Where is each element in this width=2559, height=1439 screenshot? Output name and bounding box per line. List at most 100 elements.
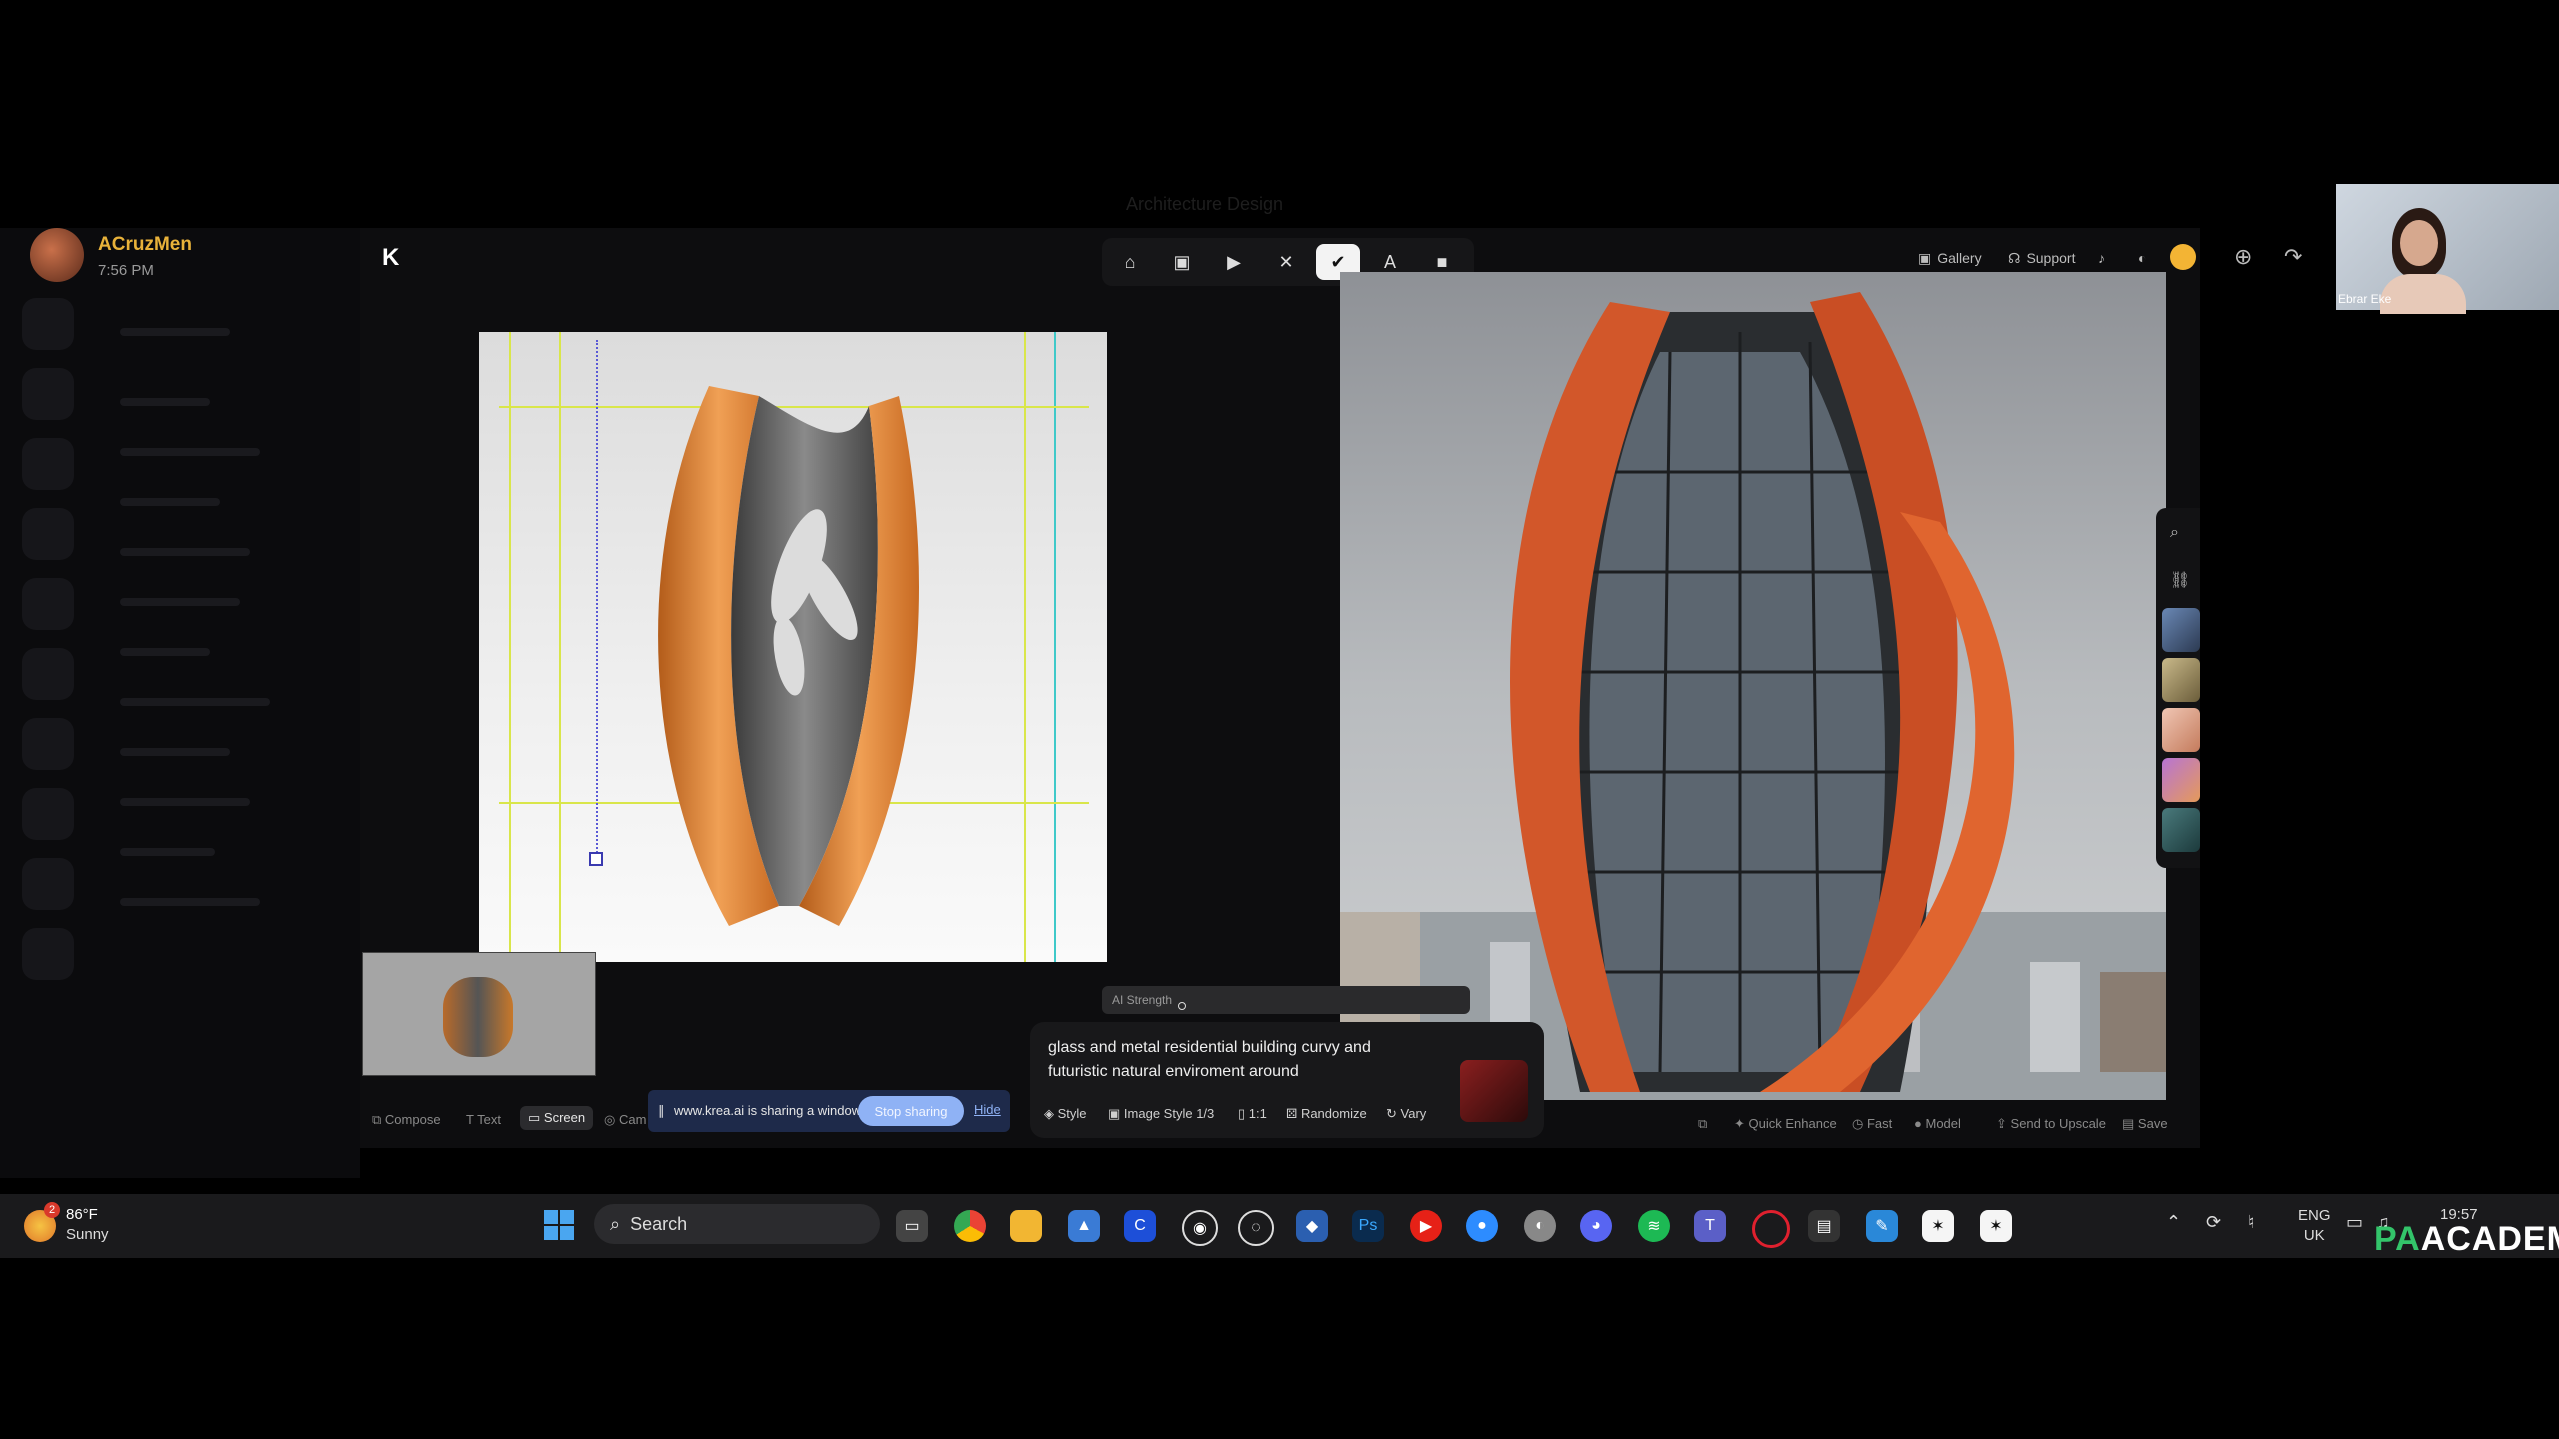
bell-icon[interactable]: ♪ — [2098, 244, 2105, 272]
github-icon[interactable]: ◉ — [1182, 1210, 1218, 1246]
language-indicator[interactable]: ENG UK — [2298, 1206, 2331, 1246]
discord-sidebar — [0, 228, 360, 1178]
weather-badge: 2 — [44, 1202, 60, 1218]
steam-icon[interactable]: ◐ — [1524, 1210, 1556, 1242]
cursor-icon[interactable]: C — [1124, 1210, 1156, 1242]
obs-icon[interactable]: ◌ — [1238, 1210, 1274, 1246]
zoom-in-icon[interactable]: ⊕ — [2234, 244, 2252, 270]
server-icon[interactable] — [22, 508, 74, 560]
app-icon[interactable]: ◆ — [1296, 1210, 1328, 1242]
home-icon[interactable]: ⌂ — [1108, 244, 1152, 280]
screen-button[interactable]: ▭ Screen — [520, 1106, 594, 1130]
output-canvas — [1340, 272, 2166, 1100]
blender-icon[interactable]: ✶ — [1922, 1210, 1954, 1242]
server-icon[interactable] — [22, 788, 74, 840]
spotify-icon[interactable]: ≋ — [1638, 1210, 1670, 1242]
image-style-button[interactable]: ▣ Image Style 1/3 — [1108, 1106, 1214, 1122]
video-icon[interactable]: ▶ — [1212, 244, 1256, 280]
text-button[interactable]: T Text — [466, 1112, 501, 1127]
image-style-icon: ▣ — [1108, 1106, 1121, 1121]
file-explorer-icon[interactable]: ▭ — [896, 1210, 928, 1242]
stop-sharing-button[interactable]: Stop sharing — [858, 1096, 964, 1126]
mic-icon[interactable]: ♮ — [2248, 1212, 2254, 1233]
photos-icon[interactable]: ▲ — [1068, 1210, 1100, 1242]
dice-icon: ⚄ — [1286, 1106, 1298, 1121]
prompt-input[interactable]: glass and metal residential building cur… — [1048, 1036, 1428, 1084]
youtube-icon[interactable]: ▶ — [1410, 1210, 1442, 1242]
history-thumbnail[interactable] — [2162, 658, 2200, 702]
screen-capture-preview[interactable] — [362, 952, 596, 1076]
zoom-icon[interactable]: ● — [1466, 1210, 1498, 1242]
history-thumbnail[interactable] — [2162, 758, 2200, 802]
style-button[interactable]: ◈ Style — [1044, 1106, 1087, 1122]
moon-icon[interactable]: ◐ — [2138, 244, 2146, 272]
image-icon[interactable]: ▣ — [1160, 244, 1204, 280]
sculpture-image — [658, 386, 919, 926]
link-icon[interactable]: ⛓ — [2170, 570, 2190, 590]
support-button[interactable]: ☊ Support — [2008, 244, 2075, 272]
model-button[interactable]: ● Model — [1914, 1116, 1961, 1131]
save-button[interactable]: ▤ Save — [2122, 1116, 2168, 1132]
share-message: www.krea.ai is sharing a window. — [674, 1103, 865, 1118]
ai-strength-slider[interactable]: AI Strength — [1102, 986, 1470, 1014]
headset-icon: ☊ — [2008, 249, 2021, 266]
server-icon[interactable] — [22, 298, 74, 350]
send-to-upscale-button[interactable]: ⇪ Send to Upscale — [1996, 1116, 2106, 1132]
server-icon[interactable] — [22, 578, 74, 630]
compose-icon: ⧉ — [372, 1112, 382, 1127]
folder-icon[interactable] — [1010, 1210, 1042, 1242]
clock-icon: ◷ — [1852, 1116, 1864, 1131]
gallery-button[interactable]: ▣ Gallery — [1918, 244, 1982, 272]
participant-name: Ebrar Eke — [2338, 292, 2392, 306]
copy-icon[interactable]: ⧉ — [1698, 1116, 1707, 1132]
network-icon[interactable]: ▭ — [2346, 1212, 2363, 1233]
windows-start-icon[interactable] — [544, 1210, 574, 1240]
history-panel: ⌕ ⛓ — [2156, 508, 2200, 868]
server-icon[interactable] — [22, 928, 74, 980]
server-icon[interactable] — [22, 438, 74, 490]
server-icon[interactable] — [22, 858, 74, 910]
fast-button[interactable]: ◷ Fast — [1852, 1116, 1892, 1132]
ratio-button[interactable]: ▯ 1:1 — [1238, 1106, 1267, 1122]
enhance-icon[interactable]: ✕ — [1264, 244, 1308, 280]
style-thumbnail[interactable] — [1460, 1060, 1528, 1122]
teams-icon[interactable]: T — [1694, 1210, 1726, 1242]
opera-icon[interactable] — [1752, 1210, 1790, 1248]
upscale-icon: ⇪ — [1996, 1116, 2007, 1131]
sparkle-icon: ✦ — [1734, 1116, 1745, 1131]
vary-button[interactable]: ↻ Vary — [1386, 1106, 1426, 1122]
chrome-icon[interactable] — [954, 1210, 986, 1242]
server-icon[interactable] — [22, 368, 74, 420]
taskbar-search[interactable]: ⌕ Search — [594, 1204, 880, 1244]
watermark-logo: PAACADEMY — [2374, 1220, 2559, 1258]
blender2-icon[interactable]: ✶ — [1980, 1210, 2012, 1242]
history-thumbnail[interactable] — [2162, 608, 2200, 652]
search-icon[interactable]: ⌕ — [2170, 524, 2179, 542]
sync-icon[interactable]: ⟳ — [2206, 1212, 2221, 1233]
cam-button[interactable]: ◎ Cam — [604, 1112, 646, 1128]
chevron-up-icon[interactable]: ⌃ — [2166, 1212, 2181, 1233]
drag-handle[interactable] — [589, 852, 603, 866]
screen-share-banner: ∥ www.krea.ai is sharing a window. Stop … — [648, 1090, 1010, 1132]
photoshop-icon[interactable]: Ps — [1352, 1210, 1384, 1242]
compose-button[interactable]: ⧉ Compose — [372, 1112, 441, 1128]
history-thumbnail[interactable] — [2162, 708, 2200, 752]
randomize-button[interactable]: ⚄ Randomize — [1286, 1106, 1367, 1122]
discord-icon[interactable]: ◕ — [1580, 1210, 1612, 1242]
gallery-icon: ▣ — [1918, 249, 1932, 266]
input-canvas[interactable] — [479, 332, 1107, 962]
paint-icon[interactable]: ✎ — [1866, 1210, 1898, 1242]
quick-enhance-button[interactable]: ✦ Quick Enhance — [1734, 1116, 1837, 1132]
server-icon[interactable] — [22, 648, 74, 700]
generated-building-image — [1340, 292, 2166, 1100]
save-icon: ▤ — [2122, 1116, 2135, 1131]
slider-knob[interactable] — [1178, 1002, 1186, 1010]
temperature: 86°F — [66, 1206, 98, 1223]
search-icon: ⌕ — [610, 1213, 621, 1234]
hide-link[interactable]: Hide — [974, 1102, 1001, 1117]
user-avatar-dot[interactable] — [2170, 244, 2196, 270]
history-thumbnail[interactable] — [2162, 808, 2200, 852]
terminal-icon[interactable]: ▤ — [1808, 1210, 1840, 1242]
server-icon[interactable] — [22, 718, 74, 770]
redo-icon[interactable]: ↷ — [2284, 244, 2302, 270]
